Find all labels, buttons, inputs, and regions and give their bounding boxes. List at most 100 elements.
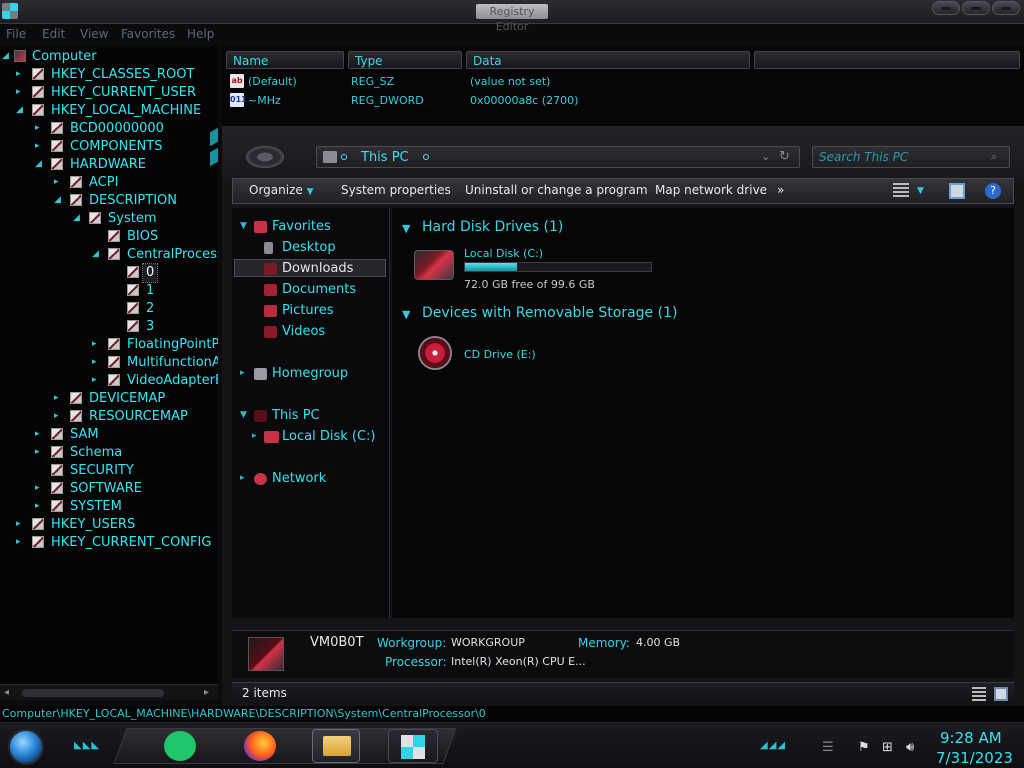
map-network-drive-button[interactable]: Map network drive — [655, 183, 767, 197]
nav-this-pc[interactable]: This PC — [254, 407, 320, 425]
expand-arrow-icon[interactable]: ▸ — [16, 537, 26, 547]
preview-pane-icon[interactable] — [949, 183, 965, 199]
nav-documents[interactable]: Documents — [264, 281, 356, 299]
menu-file[interactable]: File — [6, 27, 26, 41]
values-list[interactable]: Name Type Data ab (Default) REG_SZ (valu… — [222, 46, 1024, 126]
maximize-button[interactable] — [962, 1, 990, 15]
nav-local-disk[interactable]: Local Disk (C:) — [264, 428, 375, 446]
help-icon[interactable]: ? — [985, 183, 1001, 199]
start-button[interactable] — [8, 729, 44, 765]
menu-help[interactable]: Help — [187, 27, 214, 41]
content-pane[interactable]: ▼ Hard Disk Drives (1) Local Disk (C:) 7… — [392, 208, 1014, 618]
details-view-icon[interactable] — [972, 687, 986, 701]
details-pane: VM0B0T Workgroup: WORKGROUP Memory: 4.00… — [232, 630, 1014, 678]
scrollbar-thumb[interactable] — [22, 689, 164, 697]
view-dropdown-icon[interactable]: ▼ — [917, 186, 924, 196]
organize-button[interactable]: Organize ▼ — [249, 183, 314, 197]
volume-icon[interactable]: 🔊︎ — [906, 740, 914, 755]
large-icons-view-icon[interactable] — [994, 687, 1008, 701]
view-options-icon[interactable] — [893, 183, 909, 199]
expand-arrow-icon[interactable]: ▸ — [35, 123, 45, 133]
column-header-data[interactable]: Data — [466, 51, 750, 69]
uninstall-program-button[interactable]: Uninstall or change a program — [465, 183, 648, 197]
action-center-flag-icon[interactable]: ⚑ — [858, 740, 870, 755]
folder-icon — [127, 302, 139, 314]
expand-arrow-icon[interactable]: ▸ — [54, 411, 64, 421]
expand-arrow-icon[interactable]: ▸ — [240, 368, 245, 378]
expand-arrow-icon[interactable]: ▸ — [54, 393, 64, 403]
firefox-icon[interactable] — [244, 731, 276, 761]
expand-arrow-icon[interactable]: ▸ — [240, 473, 245, 483]
spotify-icon[interactable] — [164, 731, 196, 761]
expand-arrow-icon[interactable]: ▸ — [54, 177, 64, 187]
show-desktop-icon[interactable]: ☰ — [822, 740, 834, 755]
more-commands-button[interactable]: » — [777, 183, 784, 197]
nav-videos[interactable]: Videos — [264, 323, 325, 341]
expand-arrow-icon[interactable]: ▸ — [35, 483, 45, 493]
minimize-button[interactable] — [932, 1, 960, 15]
nav-downloads[interactable]: Downloads — [264, 260, 353, 278]
group-collapse-icon[interactable]: ▼ — [402, 222, 410, 235]
folder-icon — [323, 736, 351, 756]
column-header-name[interactable]: Name — [226, 51, 344, 69]
file-explorer-taskbar-button[interactable] — [312, 729, 360, 763]
expand-arrow-icon[interactable]: ▸ — [16, 87, 26, 97]
registry-tree[interactable]: ◢ Computer ▸ HKEY_CLASSES_ROOT ▸ HKEY_CURRE… — [0, 46, 218, 684]
collapse-arrow-icon[interactable]: ◢ — [2, 51, 12, 61]
menu-favorites[interactable]: Favorites — [121, 27, 175, 41]
expand-arrow-icon[interactable]: ▸ — [35, 447, 45, 457]
nav-homegroup[interactable]: Homegroup — [254, 365, 348, 383]
group-header-hard-disk[interactable]: Hard Disk Drives (1) — [422, 219, 563, 235]
breadcrumb-separator-icon[interactable] — [423, 154, 429, 160]
folder-icon — [51, 140, 63, 152]
expand-arrow-icon[interactable]: ▸ — [35, 141, 45, 151]
group-header-removable[interactable]: Devices with Removable Storage (1) — [422, 305, 677, 321]
menu-edit[interactable]: Edit — [42, 27, 65, 41]
collapse-arrow-icon[interactable]: ◢ — [16, 105, 26, 115]
nav-desktop[interactable]: Desktop — [264, 239, 336, 257]
search-input[interactable]: Search This PC — [819, 150, 908, 164]
registry-editor-taskbar-button[interactable] — [388, 729, 438, 763]
collapse-arrow-icon[interactable]: ◢ — [54, 195, 64, 205]
expand-arrow-icon[interactable]: ▸ — [35, 429, 45, 439]
collapse-arrow-icon[interactable]: ▼ — [240, 410, 247, 420]
tree-label: HKEY_LOCAL_MACHINE — [51, 103, 202, 118]
clock-date[interactable]: 7/31/2023 — [936, 749, 1013, 767]
nav-pictures[interactable]: Pictures — [264, 302, 333, 320]
navigation-pane[interactable]: ▼ Favorites Desktop Downloads Documents … — [232, 208, 390, 618]
collapse-arrow-icon[interactable]: ◢ — [35, 159, 45, 169]
tree-horizontal-scrollbar[interactable]: ◂ ▸ — [0, 684, 218, 700]
column-header-type[interactable]: Type — [348, 51, 462, 69]
scroll-right-icon[interactable]: ▸ — [204, 687, 209, 698]
back-forward-button[interactable] — [246, 146, 284, 168]
folder-icon — [108, 230, 120, 242]
collapse-arrow-icon[interactable]: ▼ — [240, 221, 247, 231]
expand-arrow-icon[interactable]: ▸ — [16, 519, 26, 529]
address-text[interactable]: This PC — [361, 150, 409, 165]
group-collapse-icon[interactable]: ▼ — [402, 308, 410, 321]
drive-usage-bar — [464, 262, 652, 272]
expand-arrow-icon[interactable]: ▸ — [16, 69, 26, 79]
expand-arrow-icon[interactable]: ▸ — [252, 431, 257, 441]
breadcrumb-separator-icon[interactable] — [341, 154, 347, 160]
search-box[interactable]: Search This PC ⌕ — [812, 146, 1010, 168]
nav-favorites[interactable]: Favorites — [254, 218, 331, 236]
clock-time[interactable]: 9:28 AM — [940, 729, 1002, 747]
network-tray-icon[interactable]: ⊞ — [882, 740, 893, 755]
scroll-left-icon[interactable]: ◂ — [4, 687, 9, 698]
collapse-arrow-icon[interactable]: ◢ — [92, 249, 102, 259]
refresh-icon[interactable]: ↻ — [779, 149, 790, 164]
explorer-window: This PC ⌄ ↻ Search This PC ⌕ Organize ▼ … — [210, 126, 1024, 706]
system-properties-button[interactable]: System properties — [341, 183, 451, 197]
menu-view[interactable]: View — [80, 27, 108, 41]
collapse-arrow-icon[interactable]: ◢ — [73, 213, 83, 223]
expand-arrow-icon[interactable]: ▸ — [92, 339, 102, 349]
expand-arrow-icon[interactable]: ▸ — [35, 501, 45, 511]
nav-network[interactable]: Network — [254, 470, 326, 488]
expand-arrow-icon[interactable]: ▸ — [92, 375, 102, 385]
search-icon[interactable]: ⌕ — [991, 150, 997, 164]
address-dropdown-icon[interactable]: ⌄ — [761, 150, 770, 163]
expand-arrow-icon[interactable]: ▸ — [92, 357, 102, 367]
address-bar[interactable]: This PC ⌄ ↻ — [316, 146, 800, 168]
close-button[interactable] — [992, 1, 1020, 15]
